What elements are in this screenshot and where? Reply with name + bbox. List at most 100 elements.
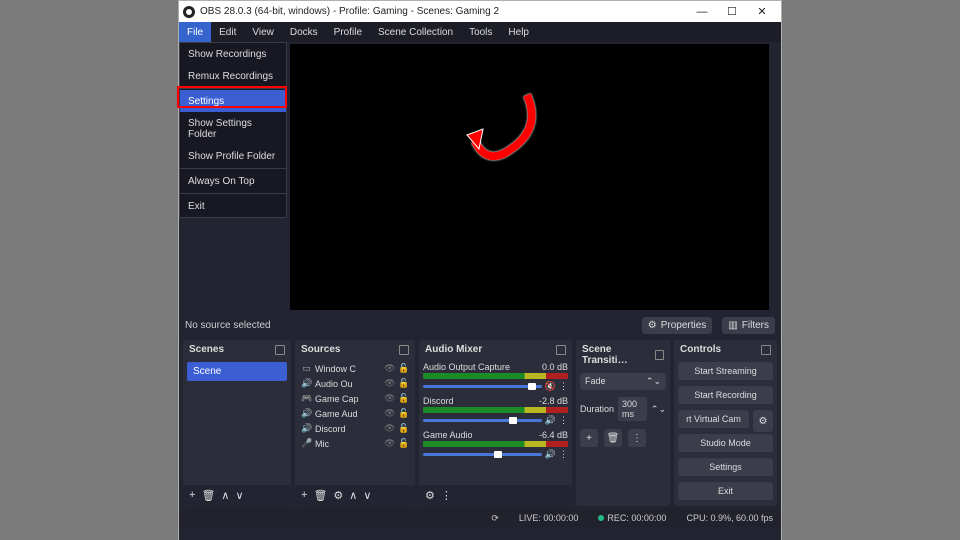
audio-meter — [423, 373, 568, 379]
mute-icon[interactable]: 🔇 — [545, 381, 556, 392]
filters-button[interactable]: ▥Filters — [722, 317, 775, 334]
source-type-icon: ▭ — [301, 363, 312, 374]
pop-out-icon[interactable] — [275, 345, 285, 355]
properties-button[interactable]: ⚙Properties — [642, 317, 713, 334]
pop-out-icon[interactable] — [655, 350, 664, 360]
source-item[interactable]: 🎮Game Cap👁🔓 — [299, 392, 411, 405]
mixer-dock: Audio Mixer Audio Output Capture0.0 dB🔇⋮… — [419, 340, 572, 506]
speaker-icon[interactable]: 🔊 — [545, 415, 556, 426]
source-type-icon: 🎤 — [301, 438, 312, 449]
pop-out-icon[interactable] — [399, 345, 409, 355]
menu-profile[interactable]: Profile — [326, 22, 370, 42]
menu-help[interactable]: Help — [500, 22, 537, 42]
start-recording-button[interactable]: Start Recording — [678, 386, 773, 404]
source-down-button[interactable]: ∨ — [363, 489, 371, 502]
volume-slider[interactable] — [423, 419, 542, 422]
channel-menu-button[interactable]: ⋮ — [559, 381, 568, 392]
source-type-icon: 🔊 — [301, 423, 312, 434]
source-up-button[interactable]: ∧ — [349, 489, 357, 502]
file-menu-always-on-top[interactable]: Always On Top — [180, 170, 286, 192]
start-streaming-button[interactable]: Start Streaming — [678, 362, 773, 380]
speaker-icon[interactable]: 🔊 — [545, 449, 556, 460]
lock-icon[interactable]: 🔓 — [398, 438, 409, 449]
controls-dock: Controls Start Streaming Start Recording… — [674, 340, 777, 506]
volume-slider[interactable] — [423, 385, 542, 388]
source-type-icon: 🔊 — [301, 378, 312, 389]
lock-icon[interactable]: 🔓 — [398, 423, 409, 434]
pop-out-icon[interactable] — [556, 345, 566, 355]
source-type-icon: 🔊 — [301, 408, 312, 419]
pop-out-icon[interactable] — [761, 345, 771, 355]
duration-stepper[interactable]: ⌃⌄ — [651, 404, 666, 415]
cpu-status: CPU: 0.9%, 60.00 fps — [686, 513, 773, 523]
add-scene-button[interactable]: + — [189, 489, 195, 502]
menu-scene-collection[interactable]: Scene Collection — [370, 22, 461, 42]
file-menu-show-recordings[interactable]: Show Recordings — [180, 43, 286, 65]
volume-slider[interactable] — [423, 453, 542, 456]
file-menu-exit[interactable]: Exit — [180, 195, 286, 217]
source-type-icon: 🎮 — [301, 393, 312, 404]
menubar: FileEditViewDocksProfileScene Collection… — [179, 22, 781, 42]
menu-view[interactable]: View — [244, 22, 282, 42]
scene-down-button[interactable]: ∨ — [235, 489, 243, 502]
network-icon: ⟳ — [491, 513, 499, 524]
titlebar: OBS 28.0.3 (64-bit, windows) - Profile: … — [179, 1, 781, 22]
transition-menu-button[interactable]: ⋮ — [628, 429, 646, 447]
menu-tools[interactable]: Tools — [461, 22, 500, 42]
remove-scene-button[interactable]: 🗑 — [201, 489, 215, 502]
scene-item[interactable]: Scene — [187, 362, 287, 381]
lock-icon[interactable]: 🔓 — [398, 363, 409, 374]
menu-docks[interactable]: Docks — [282, 22, 326, 42]
source-settings-button[interactable]: ⚙ — [333, 489, 343, 502]
visibility-icon[interactable]: 👁 — [384, 438, 395, 449]
app-window: OBS 28.0.3 (64-bit, windows) - Profile: … — [178, 0, 782, 540]
mixer-channel: Discord-2.8 dB🔊⋮ — [423, 396, 568, 426]
transition-select[interactable]: Fade⌃⌄ — [580, 373, 666, 390]
scene-up-button[interactable]: ∧ — [221, 489, 229, 502]
controls-title: Controls — [680, 344, 721, 355]
lock-icon[interactable]: 🔓 — [398, 378, 409, 389]
minimize-button[interactable]: — — [687, 6, 717, 18]
preview-canvas[interactable] — [290, 44, 769, 310]
source-item[interactable]: ▭Window C👁🔓 — [299, 362, 411, 375]
studio-mode-button[interactable]: Studio Mode — [678, 434, 773, 452]
source-item[interactable]: 🎤Mic👁🔓 — [299, 437, 411, 450]
mixer-settings-button[interactable]: ⚙ — [425, 489, 435, 502]
audio-meter — [423, 441, 568, 447]
source-item[interactable]: 🔊Game Aud👁🔓 — [299, 407, 411, 420]
duration-field[interactable]: 300 ms — [618, 397, 647, 421]
file-menu-show-settings-folder[interactable]: Show Settings Folder — [180, 112, 286, 145]
file-menu-remux-recordings[interactable]: Remux Recordings — [180, 65, 286, 87]
remove-transition-button[interactable]: 🗑 — [604, 429, 622, 447]
channel-menu-button[interactable]: ⋮ — [559, 415, 568, 426]
source-toolbar: No source selected ⚙Properties ▥Filters — [179, 313, 781, 337]
visibility-icon[interactable]: 👁 — [384, 408, 395, 419]
channel-menu-button[interactable]: ⋮ — [559, 449, 568, 460]
lock-icon[interactable]: 🔓 — [398, 408, 409, 419]
maximize-button[interactable]: ☐ — [717, 5, 747, 18]
duration-label: Duration — [580, 404, 614, 414]
virtual-cam-settings-button[interactable]: ⚙ — [753, 410, 773, 432]
mixer-channel: Game Audio-6.4 dB🔊⋮ — [423, 430, 568, 460]
add-source-button[interactable]: + — [301, 489, 307, 502]
remove-source-button[interactable]: 🗑 — [313, 489, 327, 502]
visibility-icon[interactable]: 👁 — [384, 423, 395, 434]
mixer-menu-button[interactable]: ⋮ — [441, 489, 452, 502]
file-menu-show-profile-folder[interactable]: Show Profile Folder — [180, 145, 286, 167]
settings-button[interactable]: Settings — [678, 458, 773, 476]
close-button[interactable]: ✕ — [747, 5, 777, 18]
source-item[interactable]: 🔊Discord👁🔓 — [299, 422, 411, 435]
add-transition-button[interactable]: + — [580, 429, 598, 447]
exit-button[interactable]: Exit — [678, 482, 773, 500]
transitions-dock: Scene Transiti… Fade⌃⌄ Duration 300 ms ⌃… — [576, 340, 670, 506]
visibility-icon[interactable]: 👁 — [384, 378, 395, 389]
visibility-icon[interactable]: 👁 — [384, 363, 395, 374]
virtual-cam-button[interactable]: rt Virtual Cam — [678, 410, 749, 428]
menu-file[interactable]: File — [179, 22, 211, 42]
rec-status: REC: 00:00:00 — [607, 513, 666, 523]
lock-icon[interactable]: 🔓 — [398, 393, 409, 404]
menu-edit[interactable]: Edit — [211, 22, 244, 42]
source-item[interactable]: 🔊Audio Ou👁🔓 — [299, 377, 411, 390]
file-menu: Show RecordingsRemux RecordingsSettingsS… — [179, 42, 287, 218]
visibility-icon[interactable]: 👁 — [384, 393, 395, 404]
